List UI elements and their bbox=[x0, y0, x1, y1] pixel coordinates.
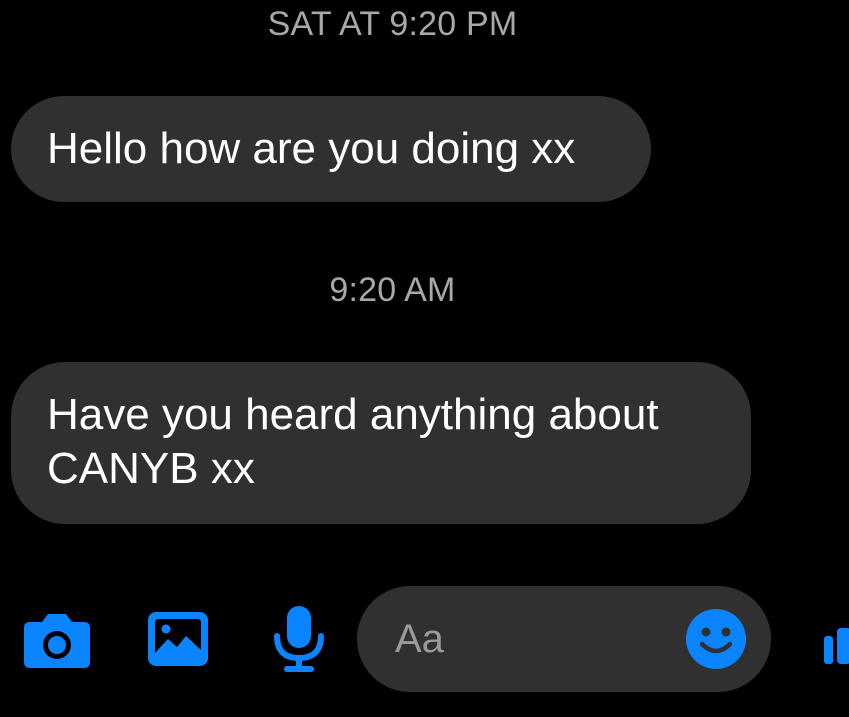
input-placeholder: Aa bbox=[395, 617, 444, 661]
microphone-icon[interactable] bbox=[272, 604, 326, 674]
message-input[interactable]: Aa bbox=[357, 586, 771, 692]
image-icon[interactable] bbox=[146, 610, 210, 668]
timestamp: 9:20 AM bbox=[329, 271, 456, 309]
message-bubble[interactable]: Have you heard anything about CANYB xx bbox=[11, 362, 751, 524]
message-text: Have you heard anything about CANYB xx bbox=[47, 390, 659, 493]
emoji-icon[interactable] bbox=[685, 608, 747, 670]
camera-icon[interactable] bbox=[22, 612, 92, 668]
timestamp: SAT AT 9:20 PM bbox=[267, 5, 518, 43]
thumbs-up-icon[interactable] bbox=[822, 626, 849, 666]
message-text: Hello how are you doing xx bbox=[47, 124, 576, 173]
message-bubble[interactable]: Hello how are you doing xx bbox=[11, 96, 651, 202]
